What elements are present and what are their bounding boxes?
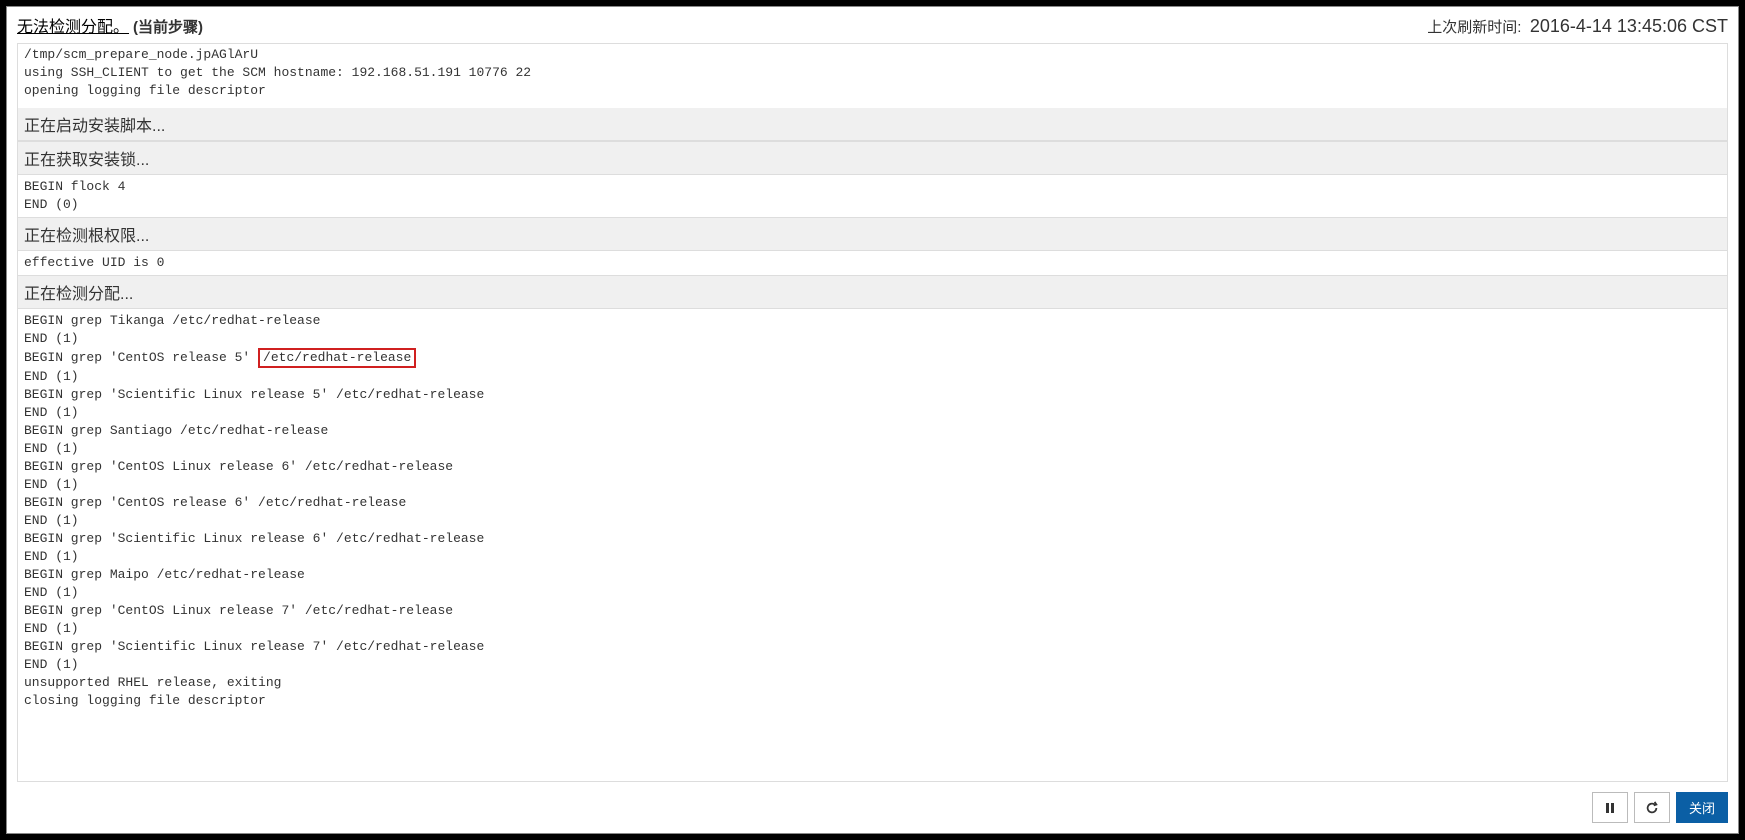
header-right: 上次刷新时间: 2016-4-14 13:45:06 CST bbox=[1427, 16, 1728, 37]
log-line: END (1) bbox=[24, 584, 1721, 602]
header-left: 无法检测分配。 (当前步骤) bbox=[17, 13, 203, 37]
log-section-body: effective UID is 0 bbox=[18, 251, 1727, 275]
log-section-header: 正在检测根权限... bbox=[18, 217, 1727, 251]
log-section-body: BEGIN grep Tikanga /etc/redhat-releaseEN… bbox=[18, 309, 1727, 713]
log-preamble: /tmp/scm_prepare_node.jpAGlArU using SSH… bbox=[18, 44, 1727, 108]
log-line: END (1) bbox=[24, 512, 1721, 530]
last-refresh-time: 2016-4-14 13:45:06 CST bbox=[1530, 16, 1728, 36]
log-line: END (1) bbox=[24, 368, 1721, 386]
log-line-highlight: /etc/redhat-release bbox=[258, 348, 416, 368]
current-step-label: (当前步骤) bbox=[133, 16, 203, 37]
pause-button[interactable] bbox=[1592, 792, 1628, 823]
log-line: BEGIN grep 'Scientific Linux release 6' … bbox=[24, 530, 1721, 548]
log-line: BEGIN grep 'CentOS Linux release 6' /etc… bbox=[24, 458, 1721, 476]
log-line: END (1) bbox=[24, 404, 1721, 422]
log-line: effective UID is 0 bbox=[24, 254, 1721, 272]
log-line: BEGIN flock 4 bbox=[24, 178, 1721, 196]
dialog: 无法检测分配。 (当前步骤) 上次刷新时间: 2016-4-14 13:45:0… bbox=[6, 6, 1739, 834]
log-section-header: 正在启动安装脚本... bbox=[18, 108, 1727, 141]
log-panel[interactable]: /tmp/scm_prepare_node.jpAGlArU using SSH… bbox=[17, 43, 1728, 782]
log-line: END (1) bbox=[24, 476, 1721, 494]
log-line: END (1) bbox=[24, 440, 1721, 458]
log-line: BEGIN grep 'CentOS Linux release 7' /etc… bbox=[24, 602, 1721, 620]
log-line: closing logging file descriptor bbox=[24, 692, 1721, 710]
log-sections: 正在启动安装脚本...正在获取安装锁...BEGIN flock 4END (0… bbox=[18, 108, 1727, 713]
log-line: END (1) bbox=[24, 656, 1721, 674]
log-line: BEGIN grep Santiago /etc/redhat-release bbox=[24, 422, 1721, 440]
log-line: BEGIN grep Tikanga /etc/redhat-release bbox=[24, 312, 1721, 330]
close-button[interactable]: 关闭 bbox=[1676, 792, 1728, 823]
dialog-footer: 关闭 bbox=[7, 782, 1738, 833]
log-line: BEGIN grep 'Scientific Linux release 5' … bbox=[24, 386, 1721, 404]
log-line: BEGIN grep 'CentOS release 5' /etc/redha… bbox=[24, 348, 1721, 368]
dialog-header: 无法检测分配。 (当前步骤) 上次刷新时间: 2016-4-14 13:45:0… bbox=[7, 7, 1738, 43]
log-section-header: 正在获取安装锁... bbox=[18, 141, 1727, 175]
last-refresh-label: 上次刷新时间: bbox=[1427, 19, 1521, 36]
refresh-button[interactable] bbox=[1634, 792, 1670, 823]
title-link[interactable]: 无法检测分配。 bbox=[17, 13, 129, 37]
log-line: END (1) bbox=[24, 548, 1721, 566]
log-line-text: BEGIN grep 'CentOS release 5' bbox=[24, 350, 258, 365]
log-line: BEGIN grep 'CentOS release 6' /etc/redha… bbox=[24, 494, 1721, 512]
log-line: END (1) bbox=[24, 620, 1721, 638]
log-line: unsupported RHEL release, exiting bbox=[24, 674, 1721, 692]
refresh-icon bbox=[1645, 801, 1659, 815]
log-section-body: BEGIN flock 4END (0) bbox=[18, 175, 1727, 217]
log-line: END (0) bbox=[24, 196, 1721, 214]
log-line: BEGIN grep 'Scientific Linux release 7' … bbox=[24, 638, 1721, 656]
log-line: BEGIN grep Maipo /etc/redhat-release bbox=[24, 566, 1721, 584]
log-section-header: 正在检测分配... bbox=[18, 275, 1727, 309]
log-line: END (1) bbox=[24, 330, 1721, 348]
pause-icon bbox=[1603, 801, 1617, 815]
